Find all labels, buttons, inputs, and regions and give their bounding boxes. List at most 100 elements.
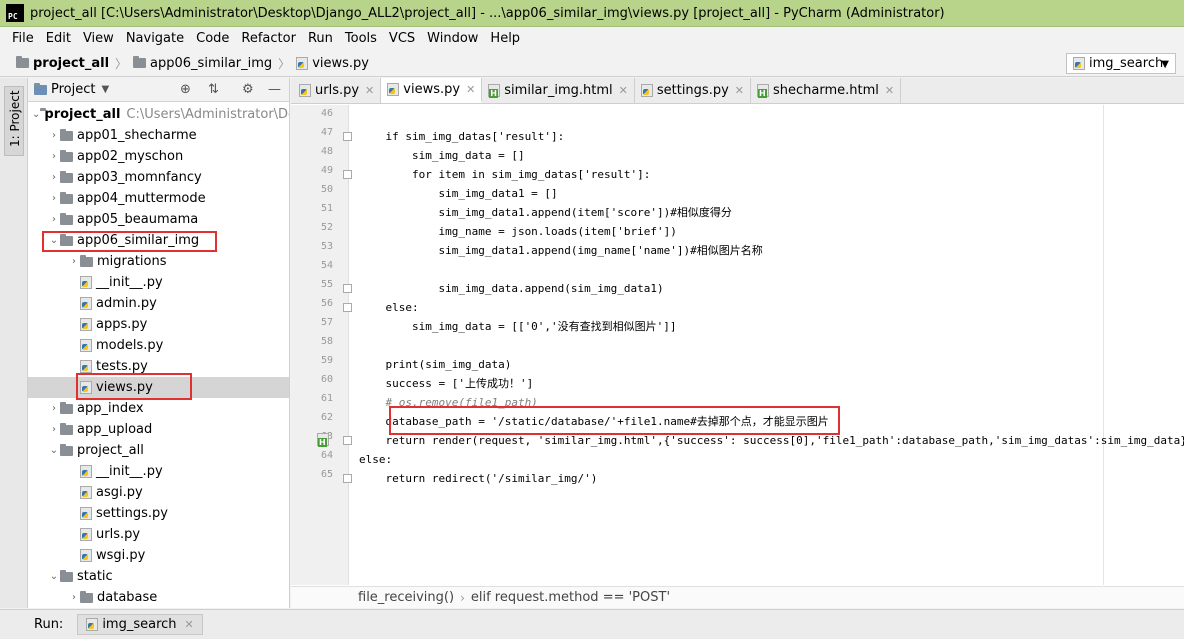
minimize-icon[interactable]: —	[268, 82, 281, 97]
menu-help[interactable]: Help	[484, 31, 526, 46]
locate-icon[interactable]: ⊕	[180, 82, 191, 97]
editor-breadcrumb-branch[interactable]: elif request.method == 'POST'	[471, 590, 670, 605]
code-line[interactable]: 54	[291, 260, 1184, 279]
menu-tools[interactable]: Tools	[339, 31, 383, 46]
tree-item[interactable]: models.py	[28, 335, 289, 356]
menu-file[interactable]: File	[6, 31, 40, 46]
tree-item[interactable]: ⌄ static	[28, 566, 289, 587]
tree-item[interactable]: __init__.py	[28, 461, 289, 482]
chevron-down-icon[interactable]: ▼	[101, 84, 109, 95]
close-icon[interactable]: ✕	[185, 618, 194, 631]
code-line[interactable]: 55 sim_img_data.append(sim_img_data1)	[291, 279, 1184, 298]
code-line[interactable]: 56 else:	[291, 298, 1184, 317]
code-line[interactable]: 48 sim_img_data = []	[291, 146, 1184, 165]
folder-icon	[60, 443, 73, 456]
python-file-icon	[80, 549, 92, 562]
tab-views[interactable]: views.py ✕	[381, 78, 483, 103]
tab-similar-img-html[interactable]: similar_img.html ✕	[482, 78, 635, 103]
fold-icon[interactable]	[343, 474, 352, 483]
chevron-right-icon[interactable]: ›	[48, 151, 60, 162]
code-line[interactable]: 59 print(sim_img_data)	[291, 355, 1184, 374]
code-text: else:	[359, 301, 419, 314]
tree-item[interactable]: › app03_momnfancy	[28, 167, 289, 188]
tree-item[interactable]: asgi.py	[28, 482, 289, 503]
tree-item[interactable]: ⌄ project_all	[28, 440, 289, 461]
code-line[interactable]: 47 if sim_img_datas['result']:	[291, 127, 1184, 146]
breadcrumb-file[interactable]: views.py	[296, 56, 369, 71]
tree-item[interactable]: › app01_shecharme	[28, 125, 289, 146]
editor-breadcrumb-function[interactable]: file_receiving()	[358, 590, 454, 605]
tree-item[interactable]: › database	[28, 587, 289, 608]
menu-vcs[interactable]: VCS	[383, 31, 421, 46]
tree-item[interactable]: › app02_myschon	[28, 146, 289, 167]
code-line[interactable]: 52 img_name = json.loads(item['brief'])	[291, 222, 1184, 241]
close-icon[interactable]: ✕	[885, 84, 894, 97]
tree-item[interactable]: › app_upload	[28, 419, 289, 440]
chevron-right-icon[interactable]: ›	[48, 424, 60, 435]
tab-urls[interactable]: urls.py ✕	[293, 78, 382, 103]
tree-item[interactable]: › app04_muttermode	[28, 188, 289, 209]
code-line[interactable]: 60 success = ['上传成功！']	[291, 374, 1184, 393]
folder-icon	[60, 191, 73, 204]
menu-code[interactable]: Code	[190, 31, 235, 46]
tree-item[interactable]: urls.py	[28, 524, 289, 545]
tree-item[interactable]: wsgi.py	[28, 545, 289, 566]
fold-icon[interactable]	[343, 436, 352, 445]
menu-window[interactable]: Window	[421, 31, 484, 46]
menu-run[interactable]: Run	[302, 31, 339, 46]
code-line[interactable]: 58	[291, 336, 1184, 355]
chevron-right-icon[interactable]: ›	[68, 256, 80, 267]
chevron-right-icon[interactable]: ›	[48, 172, 60, 183]
code-line[interactable]: 57 sim_img_data = [['0','没有查找到相似图片']]	[291, 317, 1184, 336]
tree-item[interactable]: › app05_beaumama	[28, 209, 289, 230]
breadcrumb-folder[interactable]: app06_similar_img	[133, 56, 272, 71]
close-icon[interactable]: ✕	[619, 84, 628, 97]
fold-icon[interactable]	[343, 284, 352, 293]
chevron-right-icon[interactable]: ›	[68, 592, 80, 603]
run-tab-img-search[interactable]: img_search ✕	[77, 614, 203, 635]
tree-item[interactable]: admin.py	[28, 293, 289, 314]
menu-navigate[interactable]: Navigate	[120, 31, 190, 46]
window-title: project_all [C:\Users\Administrator\Desk…	[30, 5, 945, 21]
fold-icon[interactable]	[343, 303, 352, 312]
tab-shecharme-html[interactable]: shecharme.html ✕	[751, 78, 902, 103]
breadcrumb-project-label: project_all	[33, 55, 110, 71]
chevron-right-icon[interactable]: ›	[48, 214, 60, 225]
project-tool-tab[interactable]: 1: Project	[4, 86, 24, 156]
code-line[interactable]: 65 return redirect('/similar_img/')	[291, 469, 1184, 488]
code-line[interactable]: 64 else:	[291, 450, 1184, 469]
code-text: else:	[359, 453, 393, 466]
run-configuration-select[interactable]: img_search ▼	[1066, 53, 1176, 74]
tab-settings[interactable]: settings.py ✕	[634, 78, 751, 103]
code-line[interactable]: 53 sim_img_data1.append(img_name['name']…	[291, 241, 1184, 260]
tree-item[interactable]: apps.py	[28, 314, 289, 335]
code-line[interactable]: 49 for item in sim_img_datas['result']:	[291, 165, 1184, 184]
menu-edit[interactable]: Edit	[40, 31, 77, 46]
code-line[interactable]: 51 sim_img_data1.append(item['score'])#相…	[291, 203, 1184, 222]
chevron-right-icon[interactable]: ›	[48, 130, 60, 141]
chevron-down-icon[interactable]: ⌄	[48, 571, 60, 582]
tree-item[interactable]: settings.py	[28, 503, 289, 524]
fold-icon[interactable]	[343, 132, 352, 141]
code-line[interactable]: 46	[291, 108, 1184, 127]
project-panel-title[interactable]: Project	[51, 82, 95, 97]
code-line[interactable]: 50 sim_img_data1 = []	[291, 184, 1184, 203]
run-gutter-icon[interactable]	[317, 433, 331, 447]
tree-item[interactable]: › migrations	[28, 251, 289, 272]
tab-label: settings.py	[656, 83, 729, 98]
tree-root[interactable]: ⌄ project_all C:\Users\Administrator\De	[28, 104, 289, 125]
gear-icon[interactable]: ⚙	[242, 82, 254, 97]
chevron-right-icon[interactable]: ›	[48, 193, 60, 204]
collapse-all-icon[interactable]: ⇅	[208, 82, 219, 97]
tree-item[interactable]: __init__.py	[28, 272, 289, 293]
tree-item[interactable]: › app_index	[28, 398, 289, 419]
close-icon[interactable]: ✕	[466, 83, 475, 96]
menu-refactor[interactable]: Refactor	[235, 31, 302, 46]
close-icon[interactable]: ✕	[365, 84, 374, 97]
chevron-down-icon[interactable]: ⌄	[48, 445, 60, 456]
menu-view[interactable]: View	[77, 31, 120, 46]
breadcrumb-project[interactable]: project_all	[16, 56, 109, 71]
fold-icon[interactable]	[343, 170, 352, 179]
close-icon[interactable]: ✕	[735, 84, 744, 97]
chevron-right-icon[interactable]: ›	[48, 403, 60, 414]
